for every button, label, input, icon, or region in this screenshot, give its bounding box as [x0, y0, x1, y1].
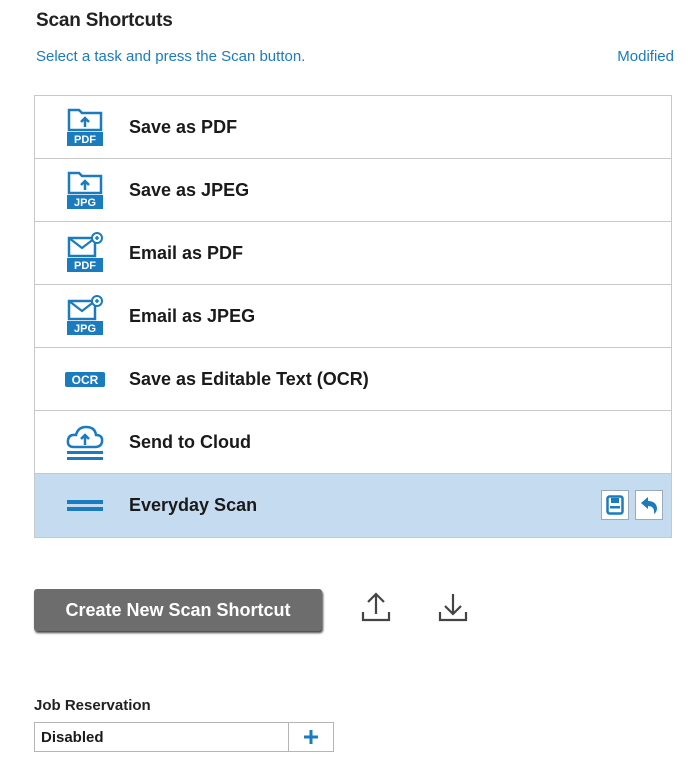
job-reservation-add-button[interactable]	[288, 723, 333, 751]
shortcut-row-email-pdf[interactable]: PDF Email as PDF	[35, 222, 671, 285]
shortcut-label: Email as PDF	[129, 243, 244, 263]
page-title: Scan Shortcuts	[36, 10, 173, 31]
upload-icon	[361, 592, 391, 622]
save-icon	[606, 495, 624, 515]
shortcut-row-email-jpeg[interactable]: JPG Email as JPEG	[35, 285, 671, 348]
undo-icon	[641, 497, 657, 514]
download-button[interactable]	[436, 590, 470, 626]
job-reservation-label: Job Reservation	[34, 697, 151, 714]
jpg-badge: JPG	[74, 323, 96, 335]
page-subtitle: Select a task and press the Scan button.	[36, 48, 306, 65]
folder-jpg-icon: JPG	[65, 169, 105, 211]
shortcut-label: Save as PDF	[129, 117, 238, 137]
plus-icon	[304, 730, 318, 744]
shortcut-label: Send to Cloud	[129, 432, 251, 452]
job-reservation-value: Disabled	[41, 729, 104, 746]
shortcut-row-save-jpeg[interactable]: JPG Save as JPEG	[35, 159, 671, 222]
email-jpg-icon: JPG	[65, 295, 105, 337]
pdf-badge: PDF	[74, 260, 96, 272]
shortcut-label: Everyday Scan	[129, 495, 258, 515]
jpg-badge: JPG	[74, 197, 96, 209]
shortcut-list: PDF Save as PDF JPG Save as JPEG PDF Ema…	[34, 95, 672, 538]
cloud-upload-icon	[65, 421, 105, 463]
shortcut-row-ocr[interactable]: OCR Save as Editable Text (OCR)	[35, 348, 671, 411]
shortcut-label: Email as JPEG	[129, 306, 256, 326]
email-pdf-icon: PDF	[65, 232, 105, 274]
shortcut-row-save-pdf[interactable]: PDF Save as PDF	[35, 96, 671, 159]
shortcut-row-everyday-scan[interactable]: Everyday Scan	[35, 474, 671, 537]
save-shortcut-button[interactable]	[601, 490, 629, 520]
pdf-badge: PDF	[74, 134, 96, 146]
row-actions	[601, 490, 663, 520]
download-icon	[438, 594, 468, 622]
ocr-badge: OCR	[72, 373, 99, 387]
undo-shortcut-button[interactable]	[635, 490, 663, 520]
status-modified: Modified	[617, 48, 674, 65]
upload-button[interactable]	[359, 590, 393, 626]
scan-lines-icon	[65, 484, 105, 526]
folder-pdf-icon: PDF	[65, 106, 105, 148]
shortcut-row-send-to-cloud[interactable]: Send to Cloud	[35, 411, 671, 474]
create-new-scan-shortcut-button[interactable]: Create New Scan Shortcut	[34, 589, 322, 631]
shortcut-label: Save as JPEG	[129, 180, 250, 200]
ocr-icon: OCR	[65, 358, 105, 400]
job-reservation-field: Disabled	[34, 722, 334, 752]
shortcut-label: Save as Editable Text (OCR)	[129, 369, 369, 389]
